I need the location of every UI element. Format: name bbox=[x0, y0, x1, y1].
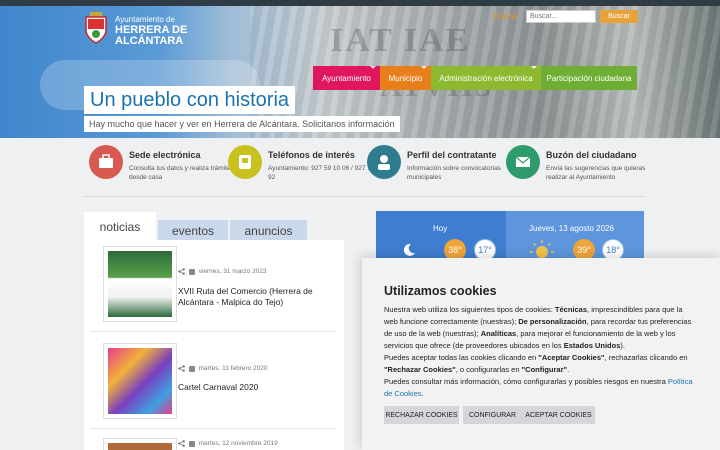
calendar-icon bbox=[188, 365, 195, 372]
nav-administracion-electronica[interactable]: Administración electrónica bbox=[431, 66, 541, 90]
service-desc: Envía las sugerencias que quieras realiz… bbox=[546, 165, 646, 181]
nav-label: Administración electrónica bbox=[439, 73, 533, 83]
cookie-bold-configurar: "Configurar" bbox=[521, 365, 568, 374]
search-label: Buscar bbox=[494, 12, 519, 21]
service-buzon-ciudadano[interactable]: Buzón del ciudadano Envía las sugerencia… bbox=[506, 145, 646, 197]
share-icon[interactable] bbox=[178, 440, 185, 447]
hero-banner: IAT IAE ATVIIS Ayuntamiento de HERRERA D… bbox=[0, 0, 720, 138]
configure-cookies-button[interactable]: CONFIGURAR bbox=[463, 406, 522, 424]
cookie-bold-tecnicas: Técnicas bbox=[554, 305, 588, 314]
nav-label: Participación ciudadana bbox=[546, 73, 632, 83]
nav-label: Ayuntamiento bbox=[322, 73, 371, 83]
hero-engraving: IAT IAE bbox=[330, 22, 471, 59]
cookie-paragraph-3: Puedes consultar más información, cómo c… bbox=[384, 376, 694, 400]
dropdown-arrow-icon bbox=[531, 66, 537, 69]
cookie-text-span: , rechazarlas clicando en bbox=[604, 353, 688, 362]
tab-noticias[interactable]: noticias bbox=[84, 212, 156, 242]
news-thumbnail[interactable] bbox=[103, 246, 177, 322]
news-title[interactable]: XVII Ruta del Comercio (Herrera de Alcán… bbox=[178, 286, 328, 308]
cookie-bold-analiticas: Analíticas bbox=[480, 329, 517, 338]
services-bar: Sede electrónica Consulta tus datos y re… bbox=[0, 138, 720, 198]
dropdown-arrow-icon bbox=[421, 66, 427, 69]
search-button[interactable]: Buscar bbox=[600, 10, 638, 23]
calendar-icon bbox=[188, 440, 195, 447]
moon-icon bbox=[403, 243, 415, 256]
cookie-bold-aceptar: "Aceptar Cookies" bbox=[538, 353, 605, 362]
cookie-text-span: Puedes consultar más información, cómo c… bbox=[384, 377, 668, 386]
cookie-text-span: Puedes aceptar todas las cookies clicand… bbox=[384, 353, 539, 362]
weather-today-label: Hoy bbox=[433, 224, 448, 233]
news-thumbnail[interactable] bbox=[103, 343, 177, 419]
cookie-dialog: Utilizamos cookies Nuestra web utiliza l… bbox=[362, 258, 720, 450]
cookie-text-span: Nuestra web utiliza los siguientes tipos… bbox=[384, 305, 555, 314]
cookie-text-span: . bbox=[421, 389, 424, 398]
service-title: Perfil del contratante bbox=[407, 150, 497, 160]
phone-icon bbox=[239, 155, 251, 169]
news-date: martes, 12 noviembre 2019 bbox=[178, 440, 278, 447]
news-date: martes, 11 febrero 2020 bbox=[178, 365, 268, 372]
nav-municipio[interactable]: Municipio bbox=[380, 66, 431, 90]
service-title: Buzón del ciudadano bbox=[546, 150, 637, 160]
service-perfil-contratante[interactable]: Perfil del contratante Información sobre… bbox=[367, 145, 507, 197]
news-item[interactable]: martes, 12 noviembre 2019 bbox=[90, 438, 335, 450]
logo-small-text: Ayuntamiento de bbox=[115, 15, 175, 24]
dropdown-arrow-icon bbox=[370, 66, 376, 69]
nav-label: Municipio bbox=[388, 73, 423, 83]
news-date: viernes, 31 marzo 2023 bbox=[178, 268, 267, 275]
top-band bbox=[0, 0, 720, 6]
nav-participacion-ciudadana[interactable]: Participación ciudadana bbox=[541, 66, 637, 90]
service-title: Sede electrónica bbox=[129, 150, 201, 160]
calendar-icon bbox=[188, 268, 195, 275]
coat-of-arms-icon bbox=[85, 12, 107, 44]
share-icon[interactable] bbox=[178, 365, 185, 372]
cookie-text-span: . bbox=[567, 365, 570, 374]
cookie-text: Nuestra web utiliza los siguientes tipos… bbox=[384, 304, 694, 400]
service-sede-electronica[interactable]: Sede electrónica Consulta tus datos y re… bbox=[89, 145, 234, 197]
share-icon[interactable] bbox=[178, 268, 185, 275]
hero-subtitle: Hay mucho que hacer y ver en Herrera de … bbox=[84, 116, 400, 132]
logo-line-2: ALCÁNTARA bbox=[115, 35, 184, 47]
hero-title: Un pueblo con historia bbox=[84, 86, 296, 114]
service-telefonos[interactable]: Teléfonos de interés Ayuntamiento: 927 5… bbox=[228, 145, 384, 197]
cookie-bold-rechazar: "Rechazar Cookies" bbox=[384, 365, 456, 374]
news-panel: viernes, 31 marzo 2023 XVII Ruta del Com… bbox=[84, 240, 344, 450]
cookie-paragraph-1: Nuestra web utiliza los siguientes tipos… bbox=[384, 304, 694, 352]
cookie-title: Utilizamos cookies bbox=[384, 284, 497, 298]
logo-name: HERRERA DE ALCÁNTARA bbox=[115, 25, 187, 47]
cookie-bold-estados-unidos: Estados Unidos bbox=[563, 341, 621, 350]
news-thumbnail[interactable] bbox=[103, 438, 177, 450]
briefcase-icon bbox=[99, 154, 113, 168]
site-logo[interactable]: Ayuntamiento de HERRERA DE ALCÁNTARA bbox=[84, 12, 187, 54]
accept-cookies-button[interactable]: ACEPTAR COOKIES bbox=[522, 406, 595, 424]
nav-ayuntamiento[interactable]: Ayuntamiento bbox=[313, 66, 380, 90]
cookie-bold-personalizacion: De personalización bbox=[518, 317, 587, 326]
news-date-text: viernes, 31 marzo 2023 bbox=[198, 268, 267, 276]
divider bbox=[84, 196, 644, 197]
divider bbox=[90, 428, 335, 429]
cookie-text-span: ). bbox=[620, 341, 625, 350]
tab-eventos[interactable]: eventos bbox=[158, 220, 228, 242]
divider bbox=[90, 331, 335, 332]
news-date-text: martes, 11 febrero 2020 bbox=[198, 365, 268, 373]
news-item[interactable]: viernes, 31 marzo 2023 XVII Ruta del Com… bbox=[90, 246, 335, 326]
service-title: Teléfonos de interés bbox=[268, 150, 355, 160]
user-icon bbox=[378, 155, 390, 170]
cookie-paragraph-2: Puedes aceptar todas las cookies clicand… bbox=[384, 352, 694, 376]
news-date-text: martes, 12 noviembre 2019 bbox=[198, 440, 278, 448]
news-title[interactable]: Cartel Carnaval 2020 bbox=[178, 382, 328, 393]
weather-tomorrow-label: Jueves, 13 agosto 2026 bbox=[529, 224, 614, 233]
search-input[interactable] bbox=[526, 10, 596, 23]
envelope-icon bbox=[515, 156, 531, 167]
tab-anuncios[interactable]: anuncios bbox=[230, 220, 307, 242]
news-item[interactable]: martes, 11 febrero 2020 Cartel Carnaval … bbox=[90, 343, 335, 423]
reject-cookies-button[interactable]: RECHAZAR COOKIES bbox=[384, 406, 459, 424]
cookie-text-span: , o configurarlas en bbox=[455, 365, 522, 374]
